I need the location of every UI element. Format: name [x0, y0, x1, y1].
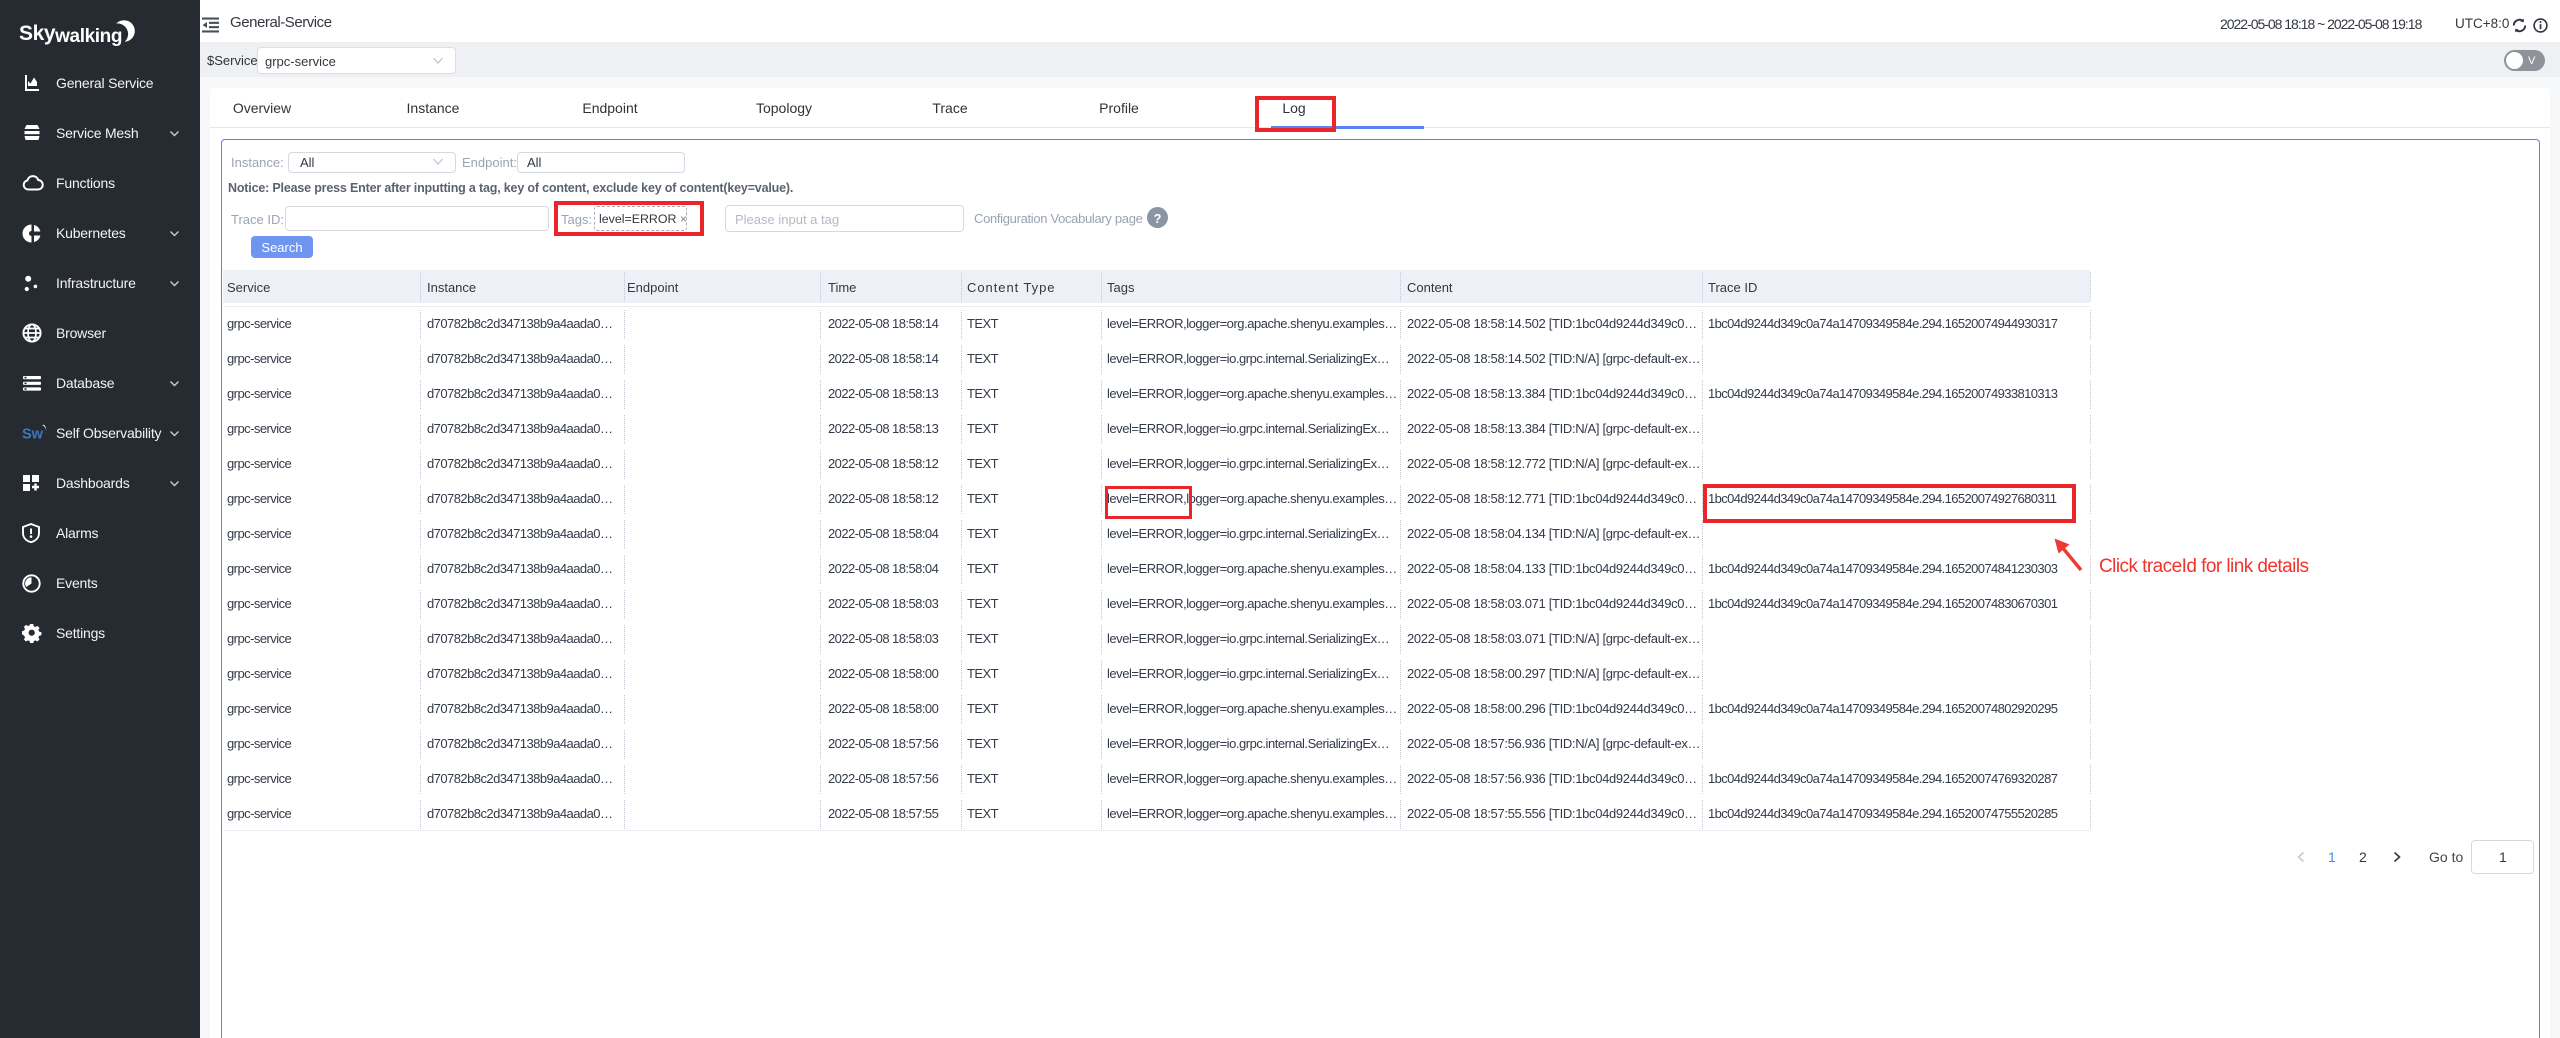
svg-text:Sw: Sw: [22, 427, 44, 443]
